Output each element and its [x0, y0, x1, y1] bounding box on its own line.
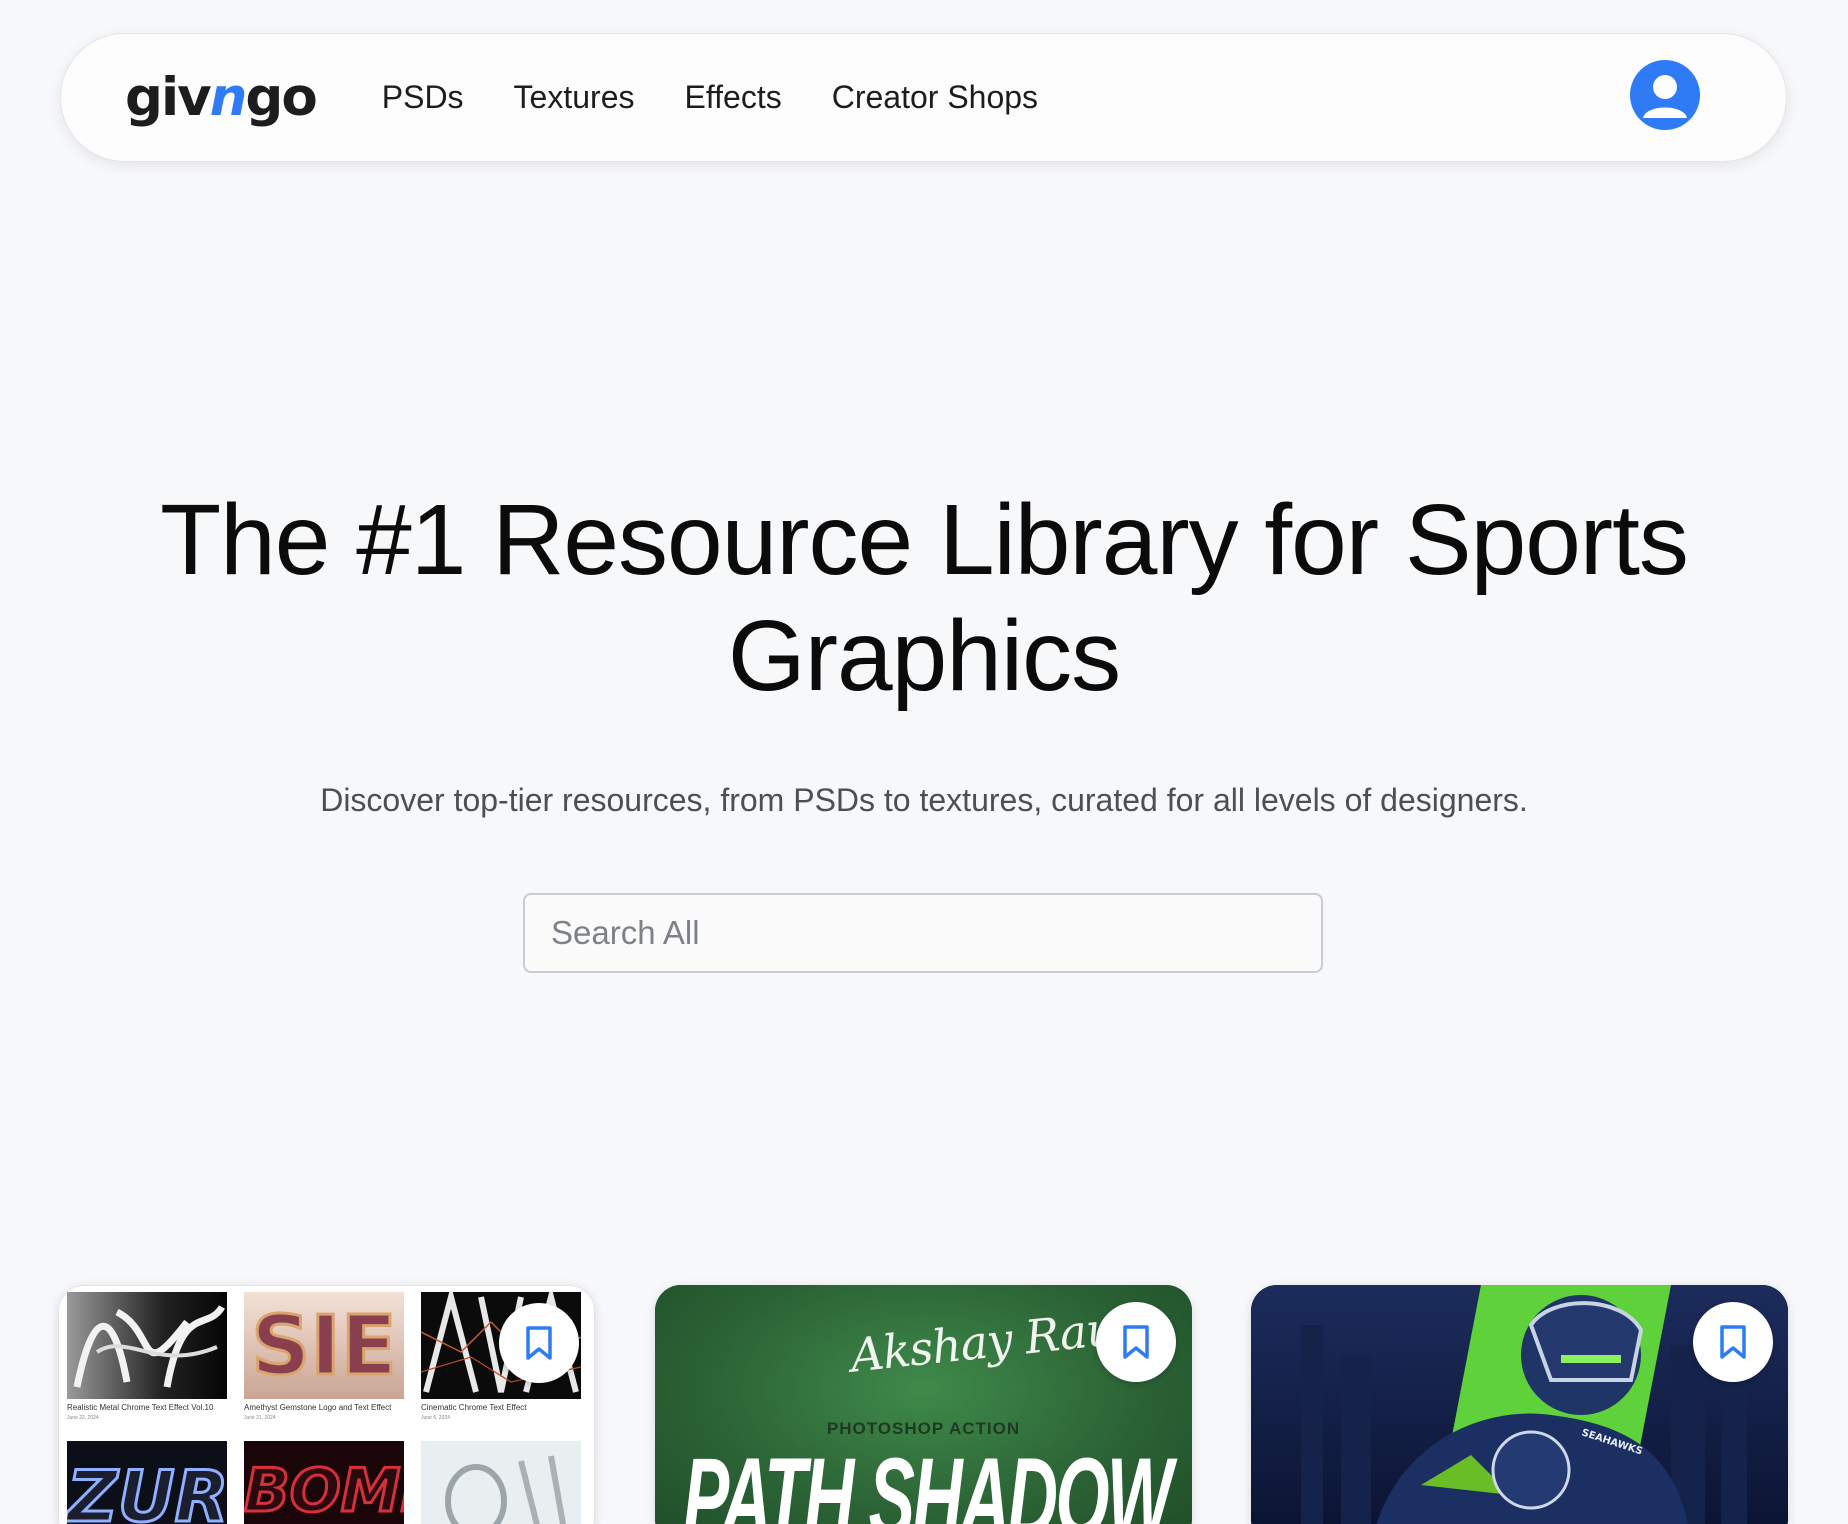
thumb-caption: Cinematic Chrome Text Effect [421, 1403, 527, 1412]
thumb-caption: Amethyst Gemstone Logo and Text Effect [244, 1403, 392, 1412]
thumb-caption: Realistic Metal Chrome Text Effect Vol.1… [67, 1403, 214, 1412]
hero-subtitle: Discover top-tier resources, from PSDs t… [320, 782, 1528, 818]
nav-psds[interactable]: PSDs [382, 79, 464, 116]
thumb-date: June 6, 2024 [421, 1415, 450, 1421]
card-headline: PATH SHADOW [683, 1435, 1173, 1524]
svg-text:ZUR: ZUR [67, 1456, 227, 1524]
bookmark-icon [526, 1326, 552, 1360]
logo-text-part3: go [245, 67, 317, 128]
hero-title-line1: The #1 Resource Library for Sports [160, 484, 1689, 596]
thumb-silver-chrome [421, 1441, 581, 1524]
main-nav: PSDs Textures Effects Creator Shops [382, 79, 1088, 116]
thumb-amethyst-text: SIE [244, 1292, 404, 1399]
nav-textures[interactable]: Textures [514, 79, 635, 116]
bookmark-button[interactable] [1096, 1302, 1176, 1382]
hero-title: The #1 Resource Library for Sports Graph… [0, 482, 1848, 714]
bookmark-button[interactable] [499, 1303, 579, 1383]
hero-title-line2: Graphics [727, 600, 1121, 712]
thumb-date: June 21, 2024 [244, 1415, 276, 1421]
search-input[interactable] [523, 893, 1323, 973]
logo-text-part2: n [209, 67, 248, 128]
resource-card-text-effects[interactable]: Realistic Metal Chrome Text Effect Vol.1… [58, 1285, 595, 1524]
resource-card-path-shadow[interactable]: Akshay Rau PHOTOSHOP ACTION PATH SHADOW [655, 1285, 1192, 1524]
bookmark-icon [1720, 1325, 1746, 1359]
nav-creator-shops[interactable]: Creator Shops [832, 79, 1038, 116]
thumb-date: June 22, 2024 [67, 1415, 99, 1421]
svg-text:SIE: SIE [251, 1299, 397, 1394]
user-avatar-icon[interactable] [1630, 60, 1700, 130]
givngo-logo[interactable]: giv n go [125, 67, 318, 128]
nav-effects[interactable]: Effects [684, 79, 781, 116]
resource-card-seahawks[interactable]: SEAHAWKS [1251, 1285, 1788, 1524]
thumb-chrome-text [67, 1292, 227, 1399]
svg-text:BOMI: BOMI [244, 1456, 404, 1524]
thumb-red-chrome: BOMI [244, 1441, 404, 1524]
bookmark-button[interactable] [1693, 1302, 1773, 1382]
top-navbar: giv n go PSDs Textures Effects Creator Sho… [60, 33, 1787, 162]
logo-text-part1: giv [125, 67, 212, 128]
bookmark-icon [1123, 1325, 1149, 1359]
thumb-blue-chrome: ZUR [67, 1441, 227, 1524]
